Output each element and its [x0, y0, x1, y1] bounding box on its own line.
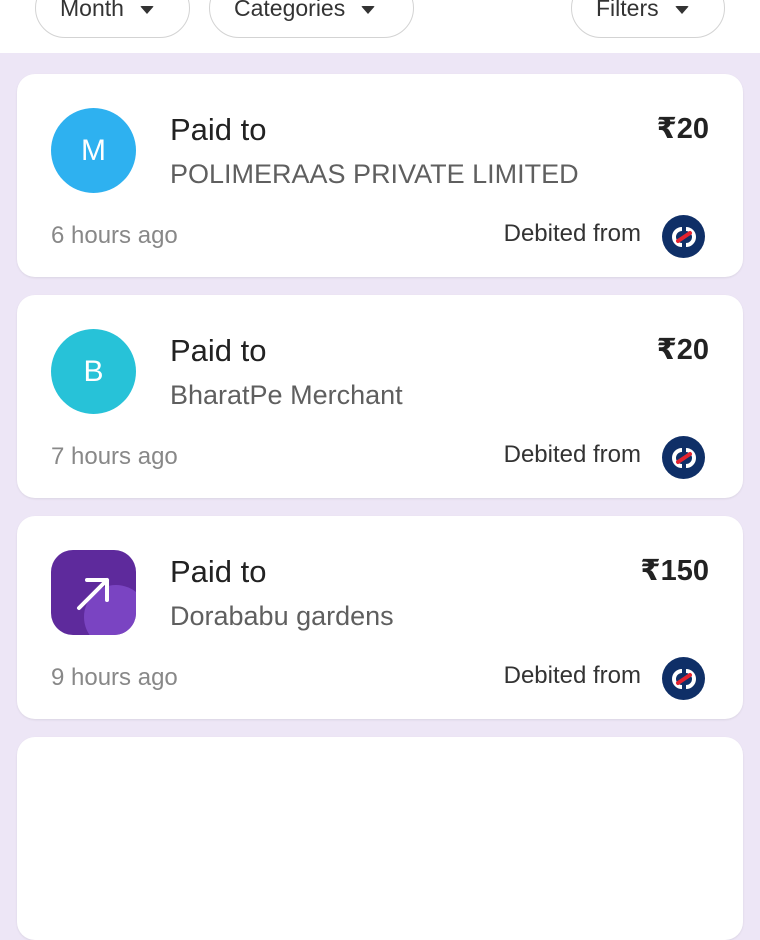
kotak-bank-icon	[662, 436, 705, 479]
filters-label: Filters	[596, 0, 659, 21]
transaction-amount: ₹150	[640, 555, 709, 587]
kotak-bank-icon	[662, 215, 705, 258]
payee-name: BharatPe Merchant	[170, 380, 403, 410]
payee-avatar	[51, 550, 136, 635]
kotak-bank-icon	[662, 657, 705, 700]
transaction-card[interactable]	[17, 737, 743, 940]
caret-down-icon	[674, 6, 689, 14]
categories-filter-label: Categories	[234, 0, 346, 21]
payee-name: POLIMERAAS PRIVATE LIMITED	[170, 159, 579, 189]
debited-from-label: Debited from	[503, 441, 641, 468]
categories-filter-chip[interactable]: Categories	[209, 0, 414, 38]
caret-down-icon	[139, 6, 154, 14]
month-filter-chip[interactable]: Month	[35, 0, 190, 38]
transaction-time: 9 hours ago	[51, 664, 178, 691]
payee-avatar: B	[51, 329, 136, 414]
filters-chip[interactable]: Filters	[571, 0, 725, 38]
filter-bar: Month Categories Filters	[0, 0, 760, 53]
avatar-letter: B	[83, 354, 104, 388]
transaction-amount: ₹20	[656, 334, 709, 366]
transaction-card[interactable]: B Paid to BharatPe Merchant ₹20 7 hours …	[17, 295, 743, 498]
caret-down-icon	[361, 6, 376, 14]
transaction-card[interactable]: Paid to Dorababu gardens ₹150 9 hours ag…	[17, 516, 743, 719]
transaction-time: 7 hours ago	[51, 443, 178, 470]
transaction-time: 6 hours ago	[51, 222, 178, 249]
transaction-title: Paid to	[170, 554, 267, 589]
month-filter-label: Month	[60, 0, 124, 21]
arrow-up-right-icon	[76, 577, 109, 610]
payee-avatar: M	[51, 108, 136, 193]
transaction-card[interactable]: M Paid to POLIMERAAS PRIVATE LIMITED ₹20…	[17, 74, 743, 277]
debited-from-label: Debited from	[503, 662, 641, 689]
debited-from-label: Debited from	[503, 220, 641, 247]
transaction-title: Paid to	[170, 333, 267, 368]
payee-name: Dorababu gardens	[170, 601, 394, 631]
transaction-amount: ₹20	[656, 113, 709, 145]
avatar-letter: M	[81, 133, 106, 167]
transaction-title: Paid to	[170, 112, 267, 147]
